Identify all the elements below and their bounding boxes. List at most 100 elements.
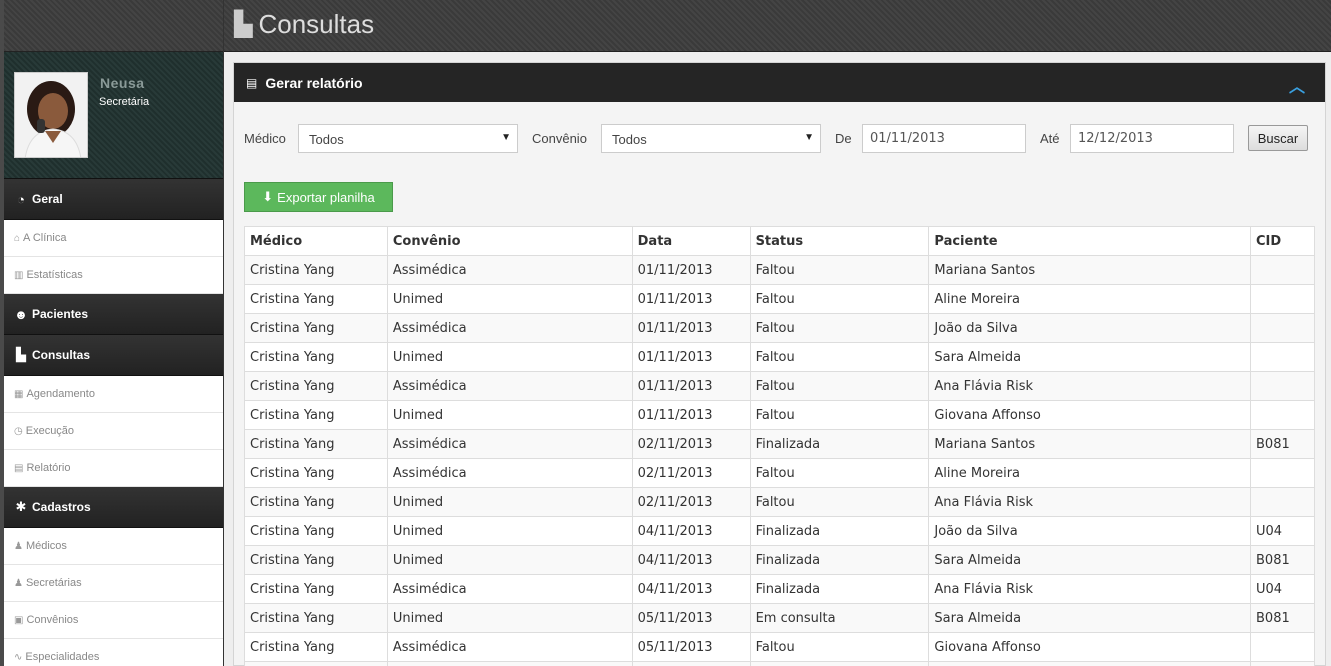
table-cell: Aline Moreira — [928, 284, 1251, 314]
table-cell: Cristina Yang — [244, 400, 388, 430]
table-cell: Sara Almeida — [928, 545, 1251, 575]
top-bar: ▙ Consultas — [224, 0, 1331, 52]
filters-bar: Médico Todos ▼ Convênio Todos ▼ De 01/11… — [244, 124, 1315, 156]
table-row[interactable]: Cristina Yang Assimédica 01/11/2013 Faltou M… — [244, 255, 1315, 285]
sidebar-item-estat-sticas[interactable]: ▥ Estatísticas — [4, 257, 223, 294]
table-cell — [631, 661, 751, 666]
table-cell: 04/11/2013 — [631, 545, 751, 575]
table-row[interactable]: Cristina Yang Assimédica 02/11/2013 Finaliz… — [244, 429, 1315, 459]
table-header-row: Médico Convênio Data Status Paciente CID — [244, 226, 1315, 256]
sidebar-section-geral[interactable]: ◔ Geral — [4, 179, 223, 220]
sidebar-item-secret-rias[interactable]: ♟ Secretárias — [4, 565, 223, 602]
page-title-text: Consultas — [258, 9, 375, 39]
table-cell: 04/11/2013 — [631, 516, 751, 546]
sidebar-item-agendamento[interactable]: ▦ Agendamento — [4, 376, 223, 413]
chevron-up-icon[interactable]: ︿ — [1289, 73, 1305, 97]
table-cell: Finalizada — [749, 516, 930, 546]
sidebar-nav: ◔ Geral ⌂ A Clínica ▥ Estatísticas ☻ Pacientes ▙… — [4, 179, 223, 666]
convenio-select[interactable]: Todos ▼ — [601, 124, 821, 153]
table-cell: Faltou — [749, 371, 930, 401]
table-cell: B081 — [1250, 429, 1315, 459]
sidebar-item-execu-o[interactable]: ◷ Execução — [4, 413, 223, 450]
caret-down-icon: ▼ — [501, 132, 511, 143]
sidebar-item-especialidades[interactable]: ∿ Especialidades — [4, 639, 223, 666]
table-row[interactable]: Cristina Yang Assimédica 02/11/2013 Faltou A… — [244, 458, 1315, 488]
sidebar-section-consultas[interactable]: ▙ Consultas — [4, 335, 223, 376]
sidebar-label: Pacientes — [32, 307, 89, 321]
de-date-input[interactable]: 01/11/2013 — [862, 124, 1026, 153]
table-cell: Assimédica — [386, 458, 633, 488]
ate-label: Até — [1040, 131, 1060, 146]
table-row[interactable]: Cristina Yang Unimed 01/11/2013 Faltou Giova… — [244, 400, 1315, 430]
table-cell: Cristina Yang — [244, 487, 388, 517]
table-cell: B081 — [1250, 603, 1315, 633]
column-header[interactable]: Paciente — [928, 226, 1251, 256]
table-cell — [244, 661, 388, 666]
sidebar-item-conv-nios[interactable]: ▣ Convênios — [4, 602, 223, 639]
column-header[interactable]: Médico — [244, 226, 388, 256]
sidebar-item-m-dicos[interactable]: ♟ Médicos — [4, 528, 223, 565]
table-row[interactable]: Cristina Yang Unimed 02/11/2013 Faltou Ana F… — [244, 487, 1315, 517]
sidebar-label: A Clínica — [23, 232, 67, 244]
table-cell: 02/11/2013 — [631, 429, 751, 459]
sidebar-label: Secretárias — [25, 577, 82, 589]
table-cell: Unimed — [386, 545, 633, 575]
sidebar-label: Execução — [25, 425, 75, 437]
table-cell: Faltou — [749, 458, 930, 488]
export-spreadsheet-button[interactable]: ⬇ Exportar planilha — [244, 182, 393, 212]
table-row[interactable] — [244, 661, 1315, 666]
download-icon: ⬇ — [262, 189, 274, 204]
sidebar-section-cadastros[interactable]: ✱ Cadastros — [4, 487, 223, 528]
table-cell: 01/11/2013 — [631, 284, 751, 314]
table-body: Cristina Yang Assimédica 01/11/2013 Faltou M… — [244, 255, 1315, 666]
table-row[interactable]: Cristina Yang Assimédica 05/11/2013 Faltou G… — [244, 632, 1315, 662]
table-cell: Assimédica — [386, 255, 633, 285]
table-cell: Cristina Yang — [244, 429, 388, 459]
table-cell: Mariana Santos — [928, 429, 1251, 459]
table-row[interactable]: Cristina Yang Unimed 01/11/2013 Faltou Aline… — [244, 284, 1315, 314]
table-cell — [1250, 458, 1315, 488]
bar-chart-icon: ▥ — [14, 269, 24, 281]
table-cell: Unimed — [386, 603, 633, 633]
table-cell: Finalizada — [749, 429, 930, 459]
table-cell: Aline Moreira — [928, 458, 1251, 488]
table-cell: Assimédica — [386, 429, 633, 459]
table-cell — [1250, 632, 1315, 662]
buscar-button[interactable]: Buscar — [1248, 125, 1308, 151]
medico-select[interactable]: Todos ▼ — [298, 124, 518, 153]
table-cell: Unimed — [386, 400, 633, 430]
table-cell: Cristina Yang — [244, 255, 388, 285]
convenio-label: Convênio — [532, 131, 587, 146]
table-cell: Cristina Yang — [244, 284, 388, 314]
user-icon: ♟ — [14, 577, 23, 589]
column-header[interactable]: Data — [631, 226, 751, 256]
table-cell — [1250, 284, 1315, 314]
column-header[interactable]: Status — [749, 226, 930, 256]
table-cell: Faltou — [749, 313, 930, 343]
table-cell — [928, 661, 1251, 666]
table-cell: Ana Flávia Risk — [928, 574, 1251, 604]
table-cell: U04 — [1250, 516, 1315, 546]
table-cell: Em consulta — [749, 603, 930, 633]
sidebar-label: Convênios — [26, 614, 79, 626]
table-cell: 05/11/2013 — [631, 603, 751, 633]
table-row[interactable]: Cristina Yang Assimédica 04/11/2013 Finaliz… — [244, 574, 1315, 604]
table-row[interactable]: Cristina Yang Assimédica 01/11/2013 Faltou A… — [244, 371, 1315, 401]
table-row[interactable]: Cristina Yang Unimed 04/11/2013 Finalizada J… — [244, 516, 1315, 546]
column-header[interactable]: CID — [1250, 226, 1315, 256]
table-row[interactable]: Cristina Yang Unimed 04/11/2013 Finalizada S… — [244, 545, 1315, 575]
sidebar-section-pacientes[interactable]: ☻ Pacientes — [4, 294, 223, 335]
table-row[interactable]: Cristina Yang Unimed 01/11/2013 Faltou Sara … — [244, 342, 1315, 372]
ate-date-input[interactable]: 12/12/2013 — [1070, 124, 1234, 153]
table-row[interactable]: Cristina Yang Unimed 05/11/2013 Em consulta… — [244, 603, 1315, 633]
table-cell: Cristina Yang — [244, 458, 388, 488]
consultas-table: Médico Convênio Data Status Paciente CID Cris… — [244, 226, 1315, 666]
sidebar-item-relat-rio[interactable]: ▤ Relatório — [4, 450, 223, 487]
sidebar-label: Relatório — [26, 462, 71, 474]
sidebar-label: Consultas — [32, 348, 91, 362]
table-row[interactable]: Cristina Yang Assimédica 01/11/2013 Faltou J… — [244, 313, 1315, 343]
column-header[interactable]: Convênio — [386, 226, 633, 256]
user-md-icon: ♟ — [14, 540, 23, 552]
sidebar-item-a-cl-nica[interactable]: ⌂ A Clínica — [4, 220, 223, 257]
table-cell: Assimédica — [386, 371, 633, 401]
